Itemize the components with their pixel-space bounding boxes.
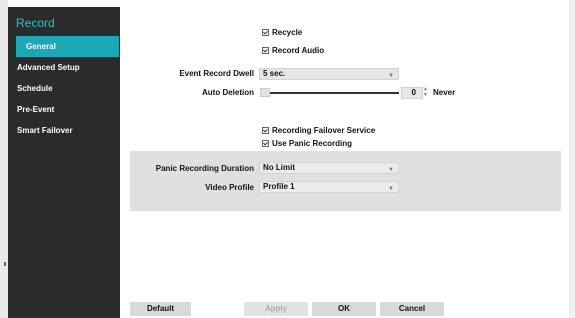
check-icon	[262, 127, 269, 134]
chevron-down-icon: ▼	[388, 73, 394, 79]
recycle-checkbox[interactable]: Recycle	[262, 28, 302, 37]
check-icon	[262, 140, 269, 147]
auto-deletion-slider-track[interactable]	[260, 92, 399, 94]
record-audio-label: Record Audio	[272, 46, 325, 55]
sidebar: Record General Advanced Setup Schedule P…	[8, 7, 119, 318]
sidebar-item-advanced-setup[interactable]: Advanced Setup	[8, 57, 119, 78]
record-audio-checkbox[interactable]: Record Audio	[262, 46, 324, 55]
cancel-button[interactable]: Cancel	[380, 302, 444, 316]
panic-duration-label: Panic Recording Duration	[155, 164, 254, 173]
recording-failover-label: Recording Failover Service	[272, 126, 376, 135]
event-record-dwell-label: Event Record Dwell	[179, 69, 254, 78]
panic-duration-select[interactable]: No Limit ▼	[259, 162, 399, 174]
video-profile-label: Video Profile	[205, 183, 254, 192]
auto-deletion-unit: Never	[433, 88, 456, 97]
chevron-down-icon: ▼	[388, 167, 394, 173]
ok-button[interactable]: OK	[312, 302, 376, 316]
chevron-down-icon: ▼	[388, 186, 394, 192]
video-profile-value: Profile 1	[263, 182, 295, 191]
auto-deletion-slider-thumb[interactable]	[260, 88, 270, 97]
edge-handle	[4, 262, 6, 266]
spin-arrows-icon[interactable]: ▲ ▼	[423, 86, 428, 98]
divider	[119, 7, 120, 318]
left-edge	[0, 0, 8, 318]
video-profile-select[interactable]: Profile 1 ▼	[259, 181, 399, 193]
recycle-label: Recycle	[272, 28, 303, 37]
apply-button[interactable]: Apply	[244, 302, 308, 316]
use-panic-recording-label: Use Panic Recording	[272, 139, 353, 148]
recording-failover-checkbox[interactable]: Recording Failover Service	[262, 126, 375, 135]
sidebar-title: Record	[16, 16, 55, 30]
event-record-dwell-select[interactable]: 5 sec. ▼	[259, 68, 399, 80]
auto-deletion-label: Auto Deletion	[202, 88, 254, 97]
right-edge	[569, 0, 575, 318]
sidebar-item-schedule[interactable]: Schedule	[8, 78, 119, 99]
sidebar-item-pre-event[interactable]: Pre-Event	[8, 99, 119, 120]
sidebar-item-smart-failover[interactable]: Smart Failover	[8, 120, 119, 141]
default-button[interactable]: Default	[130, 302, 191, 316]
panic-duration-value: No Limit	[263, 163, 295, 172]
auto-deletion-spinbox[interactable]: 0	[401, 87, 423, 99]
sidebar-item-general[interactable]: General	[16, 36, 119, 57]
use-panic-recording-checkbox[interactable]: Use Panic Recording	[262, 139, 352, 148]
event-record-dwell-value: 5 sec.	[263, 69, 286, 78]
panic-settings-panel: Panic Recording Duration No Limit ▼ Vide…	[130, 151, 561, 211]
check-icon	[262, 29, 269, 36]
check-icon	[262, 47, 269, 54]
